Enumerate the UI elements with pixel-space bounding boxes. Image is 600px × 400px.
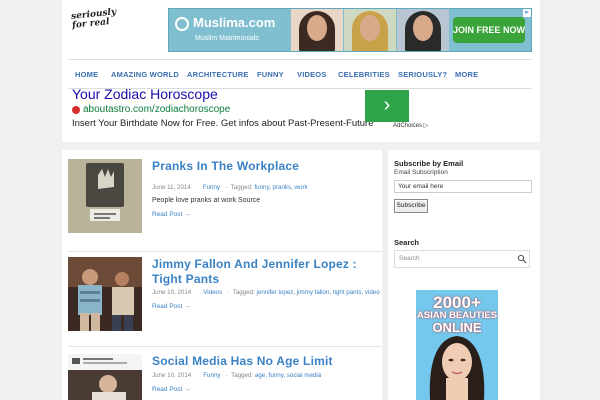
post-meta: June 10, 2014 Videos · Tagged: jennifer … [152, 289, 380, 296]
join-free-button[interactable]: JOIN FREE NOW [453, 17, 525, 43]
post-item: Social Media Has No Age Limit June 10, 2… [68, 354, 382, 400]
post-meta: June 11, 2014 Funny · Tagged: funny, pra… [152, 184, 308, 191]
logo-text: seriously for real [70, 7, 117, 31]
nav-item-home[interactable]: HOME [75, 70, 98, 79]
adchoices-label[interactable]: AdChoices ▷ [393, 122, 428, 129]
tagged-label: Tagged: [231, 372, 254, 379]
nav-item-amazing-world[interactable]: AMAZING WORLD [111, 70, 179, 79]
tagged-label: Tagged: [232, 289, 255, 296]
ring-icon [175, 17, 189, 31]
sidebar-ad[interactable]: 2000+ ASIAN BEAUTIES ONLINE [416, 290, 498, 400]
adchoices-icon[interactable]: ▸ [523, 9, 531, 17]
ad-arrow-button[interactable]: › [365, 90, 409, 122]
banner-subtitle: Muslim Matrimonials [195, 35, 259, 42]
video-still [68, 257, 142, 331]
post-excerpt: People love pranks at work Source [152, 197, 261, 204]
post-title[interactable]: Pranks In The Workplace [152, 159, 388, 174]
subscribe-button[interactable]: Subscribe [394, 199, 428, 213]
ad-favicon-icon [72, 106, 80, 114]
email-field[interactable]: Your email here [394, 180, 532, 193]
post-list: Pranks In The Workplace June 11, 2014 Fu… [62, 150, 382, 400]
ad-title[interactable]: Your Zodiac Horoscope [72, 86, 218, 102]
post-category[interactable]: Funny [203, 372, 220, 379]
post-meta: June 10, 2014 Funny · Tagged: age, funny… [152, 372, 322, 379]
banner-photo [291, 9, 343, 51]
nav-item-architecture[interactable]: ARCHITECTURE [187, 70, 249, 79]
post-thumbnail[interactable] [68, 159, 142, 233]
read-post-link[interactable]: Read Post → [152, 303, 191, 310]
site-logo[interactable]: seriously for real [71, 7, 129, 39]
post-date: June 11, 2014 [152, 184, 191, 191]
post-title[interactable]: Social Media Has No Age Limit [152, 354, 388, 369]
sidebar-ad-headline: 2000+ [433, 293, 481, 312]
divider [68, 346, 382, 347]
tagged-label: Tagged: [230, 184, 253, 191]
banner-photo [397, 9, 449, 51]
divider [68, 251, 382, 252]
post-date: June 10, 2014 [152, 289, 192, 296]
prank-photo [68, 159, 142, 233]
banner-ad[interactable]: Muslima.com Muslim Matrimonials JOIN FRE… [168, 8, 532, 52]
subscribe-widget-title: Subscribe by Email [394, 159, 464, 168]
banner-brand: Muslima.com [193, 15, 276, 30]
post-title[interactable]: Jimmy Fallon And Jennifer Lopez : Tight … [152, 257, 388, 287]
social-media-photo [68, 354, 142, 400]
post-category[interactable]: Funny [203, 184, 220, 191]
nav-item-more[interactable]: MORE [455, 70, 478, 79]
post-item: Jimmy Fallon And Jennifer Lopez : Tight … [68, 257, 382, 337]
post-category[interactable]: Videos [203, 289, 222, 296]
post-tags[interactable]: age, funny, social media [255, 372, 321, 379]
sidebar: Subscribe by Email Email Subscription Yo… [388, 150, 540, 400]
read-post-link[interactable]: Read Post → [152, 211, 191, 218]
post-tags[interactable]: funny, pranks, work [254, 184, 307, 191]
nav-item-videos[interactable]: VIDEOS [297, 70, 327, 79]
site-header: seriously for real Muslima.com Muslim Ma… [62, 0, 540, 142]
ad-url[interactable]: aboutastro.com/zodiachoroscope [83, 104, 230, 115]
read-post-link[interactable]: Read Post → [152, 386, 191, 393]
banner-photo [344, 9, 396, 51]
post-date: June 10, 2014 [152, 372, 192, 379]
search-icon[interactable] [517, 254, 527, 264]
nav-item-seriously[interactable]: SERIOUSLY? [398, 70, 447, 79]
nav-item-funny[interactable]: FUNNY [257, 70, 284, 79]
post-tags[interactable]: jennifer lopez, jimmy fallon, tight pant… [257, 289, 380, 296]
email-subscription-label: Email Subscription [394, 169, 448, 176]
text-ad[interactable]: Your Zodiac Horoscope aboutastro.com/zod… [72, 85, 532, 137]
search-input[interactable]: Search [394, 250, 530, 268]
nav-item-celebrities[interactable]: CELEBRITIES [338, 70, 390, 79]
search-widget-title: Search [394, 238, 420, 247]
page-wrapper: seriously for real Muslima.com Muslim Ma… [62, 0, 540, 400]
post-item: Pranks In The Workplace June 11, 2014 Fu… [68, 159, 382, 249]
sidebar-ad-line3: ONLINE [432, 320, 482, 335]
post-thumbnail[interactable] [68, 354, 142, 400]
ad-description: Insert Your Birthdate Now for Free. Get … [72, 118, 374, 129]
post-thumbnail[interactable] [68, 257, 142, 331]
